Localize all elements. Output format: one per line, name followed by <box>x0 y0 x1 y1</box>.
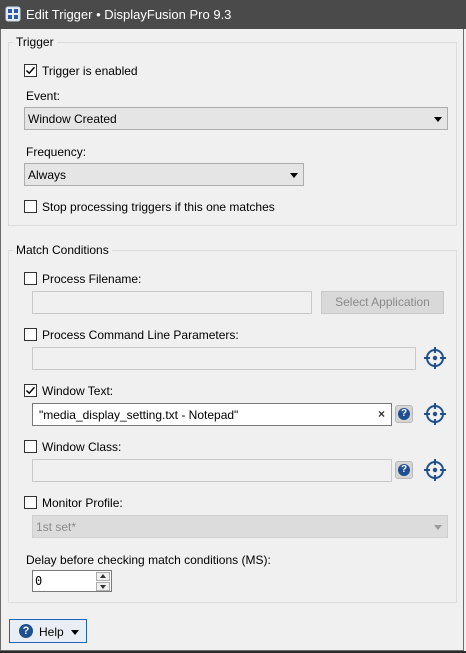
window-title: Edit Trigger • DisplayFusion Pro 9.3 <box>26 7 232 22</box>
frequency-dropdown[interactable]: Always <box>24 163 304 186</box>
trigger-enabled-checkbox[interactable] <box>24 64 37 77</box>
window-class-input[interactable] <box>32 459 392 482</box>
trigger-enabled-label[interactable]: Trigger is enabled <box>42 64 138 78</box>
question-icon: ? <box>398 464 410 476</box>
checkmark-icon <box>25 386 36 395</box>
window-class-help-button[interactable]: ? <box>395 461 413 479</box>
chevron-down-icon <box>290 173 298 178</box>
checkmark-icon <box>25 66 36 75</box>
delay-spinner[interactable]: 0 <box>32 570 112 592</box>
question-icon: ? <box>398 408 410 420</box>
stop-processing-label[interactable]: Stop processing triggers if this one mat… <box>42 200 275 214</box>
crosshair-target-icon[interactable] <box>424 347 446 369</box>
delay-value: 0 <box>35 574 43 588</box>
trigger-group-legend: Trigger <box>13 35 57 49</box>
crosshair-target-icon[interactable] <box>424 459 446 481</box>
clear-icon[interactable]: × <box>378 407 385 421</box>
monitor-profile-checkbox[interactable] <box>24 496 37 509</box>
monitor-profile-dropdown[interactable]: 1st set* <box>32 515 448 538</box>
process-filename-input[interactable] <box>32 291 312 314</box>
event-label: Event: <box>26 89 61 103</box>
command-line-input[interactable] <box>32 347 416 370</box>
title-bar[interactable]: Edit Trigger • DisplayFusion Pro 9.3 <box>0 0 466 29</box>
process-filename-label[interactable]: Process Filename: <box>42 272 141 286</box>
command-line-checkbox[interactable] <box>24 328 37 341</box>
help-button[interactable]: ? Help <box>9 619 87 643</box>
window-class-checkbox[interactable] <box>24 440 37 453</box>
chevron-down-icon <box>71 630 79 635</box>
stop-processing-checkbox[interactable] <box>24 200 37 213</box>
event-dropdown[interactable]: Window Created <box>24 107 448 130</box>
frequency-label: Frequency: <box>26 145 87 159</box>
window-text-label[interactable]: Window Text: <box>42 384 113 398</box>
match-conditions-legend: Match Conditions <box>13 243 112 257</box>
window-text-help-button[interactable]: ? <box>395 405 413 423</box>
window-text-checkbox[interactable] <box>24 384 37 397</box>
help-label: Help <box>39 625 64 639</box>
command-line-label[interactable]: Process Command Line Parameters: <box>42 328 239 342</box>
question-icon: ? <box>19 624 33 638</box>
chevron-down-icon <box>434 117 442 122</box>
spin-up-icon[interactable] <box>96 572 110 581</box>
chevron-down-icon <box>434 525 442 530</box>
frequency-value: Always <box>28 168 67 182</box>
window-class-label[interactable]: Window Class: <box>42 440 121 454</box>
monitor-profile-value: 1st set* <box>36 520 77 534</box>
event-value: Window Created <box>28 112 117 126</box>
spin-down-icon[interactable] <box>96 582 110 591</box>
displayfusion-app-icon <box>5 6 21 22</box>
window-text-value: "media_display_setting.txt - Notepad" <box>39 408 239 422</box>
delay-label: Delay before checking match conditions (… <box>26 553 271 567</box>
select-application-button[interactable]: Select Application <box>321 291 444 314</box>
monitor-profile-label[interactable]: Monitor Profile: <box>42 496 123 510</box>
window-text-input[interactable]: "media_display_setting.txt - Notepad" <box>32 403 392 426</box>
process-filename-checkbox[interactable] <box>24 272 37 285</box>
crosshair-target-icon[interactable] <box>424 403 446 425</box>
